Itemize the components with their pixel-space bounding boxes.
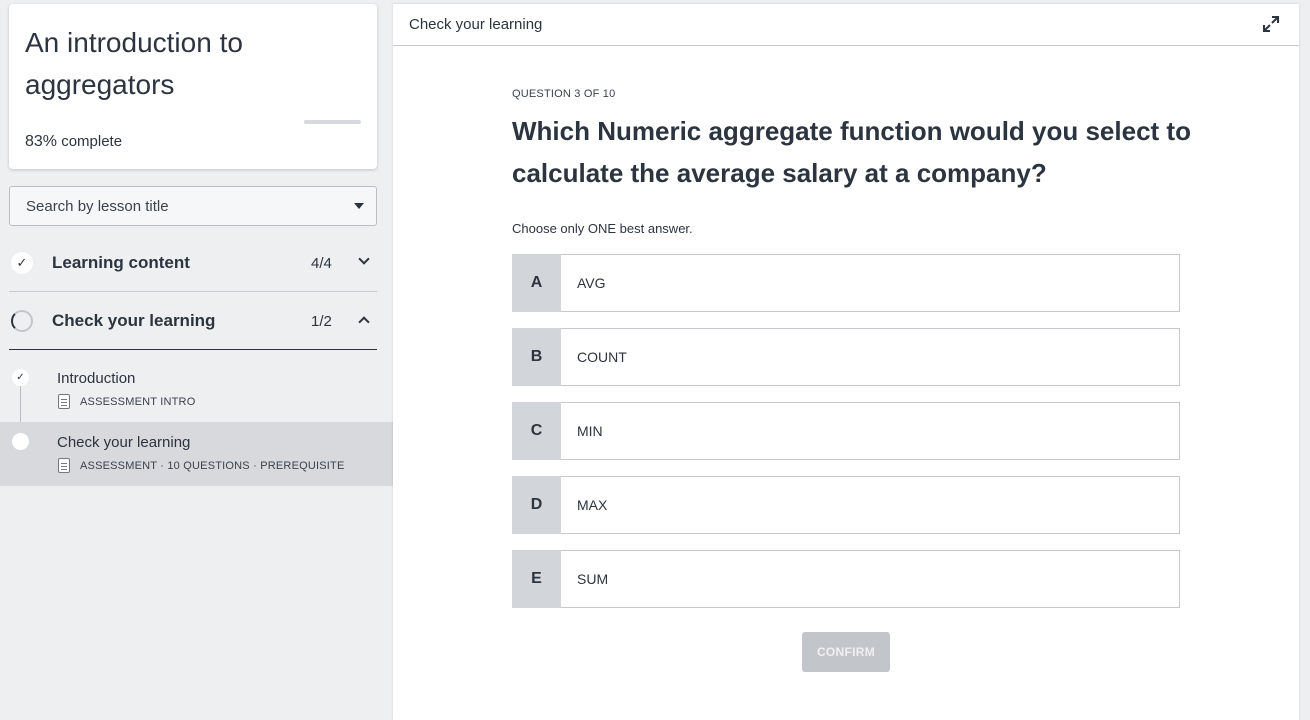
check-icon: ✓ (12, 369, 29, 386)
sidebar: An introduction to aggregators 83% compl… (0, 0, 393, 720)
option-text: MAX (577, 497, 608, 513)
question-instruction: Choose only ONE best answer. (512, 221, 693, 236)
assessment-panel: Check your learning QUESTION 3 OF 10 Whi… (393, 4, 1299, 720)
course-complete-status: 83% complete (25, 133, 122, 151)
progress-ring-icon (11, 310, 33, 332)
expand-icon[interactable] (1261, 14, 1281, 34)
course-progress-bar (304, 120, 361, 124)
assessment-header: Check your learning (393, 4, 1299, 46)
question-text: Which Numeric aggregate function would y… (512, 116, 1191, 188)
question-counter: QUESTION 3 OF 10 (512, 88, 616, 100)
document-icon (58, 394, 70, 409)
option-letter: C (512, 402, 561, 460)
chevron-down-icon[interactable] (357, 253, 373, 270)
lesson-item-check-your-learning[interactable]: Check your learning ASSESSMENT · 10 QUES… (0, 422, 393, 486)
answer-option-a[interactable]: A AVG (512, 254, 1180, 312)
course-card: An introduction to aggregators 83% compl… (9, 4, 377, 169)
answer-option-b[interactable]: B COUNT (512, 328, 1180, 386)
option-text: COUNT (577, 349, 627, 365)
section-label: Check your learning (52, 311, 216, 330)
lesson-meta: ASSESSMENT INTRO (58, 394, 195, 409)
chevron-up-icon[interactable] (357, 312, 373, 328)
lesson-title: Check your learning (57, 434, 191, 451)
course-percent: 83% (25, 133, 58, 150)
lesson-meta-text: ASSESSMENT · 10 QUESTIONS · PREREQUISITE (80, 459, 345, 472)
document-icon (58, 458, 70, 473)
section-label: Learning content (52, 253, 190, 272)
course-complete-label: complete (61, 133, 123, 150)
option-text: AVG (577, 275, 606, 291)
check-icon: ✓ (11, 252, 33, 274)
lesson-title: Introduction (57, 370, 136, 387)
section-learning-content[interactable]: ✓ Learning content 4/4 (9, 234, 377, 292)
answer-option-d[interactable]: D MAX (512, 476, 1180, 534)
course-title: An introduction to aggregators (25, 27, 243, 100)
section-check-your-learning[interactable]: Check your learning 1/2 (9, 292, 377, 350)
course-progress-fill (304, 120, 352, 124)
option-letter: B (512, 328, 561, 386)
confirm-button[interactable]: CONFIRM (802, 632, 890, 672)
option-letter: E (512, 550, 561, 608)
answer-option-c[interactable]: C MIN (512, 402, 1180, 460)
option-text: MIN (577, 423, 603, 439)
option-text: SUM (577, 571, 609, 587)
answer-option-e[interactable]: E SUM (512, 550, 1180, 608)
caret-down-icon[interactable] (354, 203, 364, 209)
lesson-meta-text: ASSESSMENT INTRO (80, 395, 196, 408)
lesson-search-dropdown[interactable] (9, 186, 377, 226)
current-lesson-dot-icon (12, 433, 29, 450)
lesson-search-input[interactable] (10, 187, 340, 225)
assessment-header-title: Check your learning (409, 16, 543, 33)
option-letter: D (512, 476, 561, 534)
lesson-item-introduction[interactable]: ✓ Introduction ASSESSMENT INTRO (0, 358, 393, 422)
section-count: 4/4 (311, 255, 332, 272)
section-count: 1/2 (311, 313, 332, 330)
option-letter: A (512, 254, 561, 312)
lesson-meta: ASSESSMENT · 10 QUESTIONS · PREREQUISITE (58, 458, 345, 473)
